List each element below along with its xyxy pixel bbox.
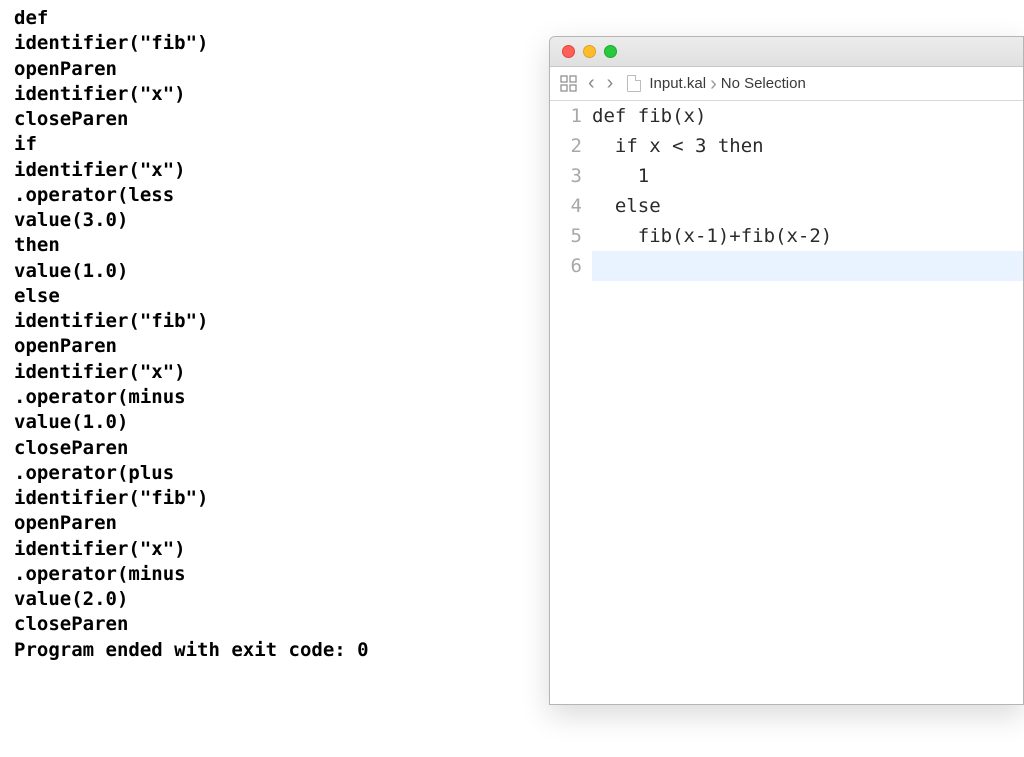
toolbar: ‹ › Input.kal › No Selection bbox=[550, 67, 1023, 101]
related-items-icon[interactable] bbox=[560, 75, 578, 93]
breadcrumb-separator-icon: › bbox=[710, 74, 717, 94]
code-lines[interactable]: def fib(x) if x < 3 then 1 else fib(x-1)… bbox=[592, 101, 1023, 281]
code-line[interactable]: if x < 3 then bbox=[592, 131, 1023, 161]
breadcrumb[interactable]: Input.kal › No Selection bbox=[649, 74, 805, 94]
code-line[interactable] bbox=[592, 251, 1023, 281]
code-area[interactable]: 1 2 3 4 5 6 def fib(x) if x < 3 then 1 e… bbox=[550, 101, 1023, 281]
line-number: 3 bbox=[550, 161, 582, 191]
console-output: def identifier("fib") openParen identifi… bbox=[14, 6, 369, 663]
minimize-button[interactable] bbox=[583, 45, 596, 58]
close-button[interactable] bbox=[562, 45, 575, 58]
code-line[interactable]: 1 bbox=[592, 161, 1023, 191]
code-line[interactable]: fib(x-1)+fib(x-2) bbox=[592, 221, 1023, 251]
code-line[interactable]: def fib(x) bbox=[592, 101, 1023, 131]
breadcrumb-selection: No Selection bbox=[721, 75, 806, 92]
line-number: 5 bbox=[550, 221, 582, 251]
breadcrumb-file: Input.kal bbox=[649, 75, 706, 92]
line-number: 4 bbox=[550, 191, 582, 221]
line-number: 2 bbox=[550, 131, 582, 161]
editor-window: ‹ › Input.kal › No Selection 1 2 3 4 5 6… bbox=[549, 36, 1024, 705]
forward-button[interactable]: › bbox=[605, 72, 616, 95]
back-button[interactable]: ‹ bbox=[586, 72, 597, 95]
titlebar bbox=[550, 37, 1023, 67]
line-number: 1 bbox=[550, 101, 582, 131]
line-number: 6 bbox=[550, 251, 582, 281]
maximize-button[interactable] bbox=[604, 45, 617, 58]
file-icon bbox=[627, 75, 641, 92]
gutter: 1 2 3 4 5 6 bbox=[550, 101, 592, 281]
code-line[interactable]: else bbox=[592, 191, 1023, 221]
